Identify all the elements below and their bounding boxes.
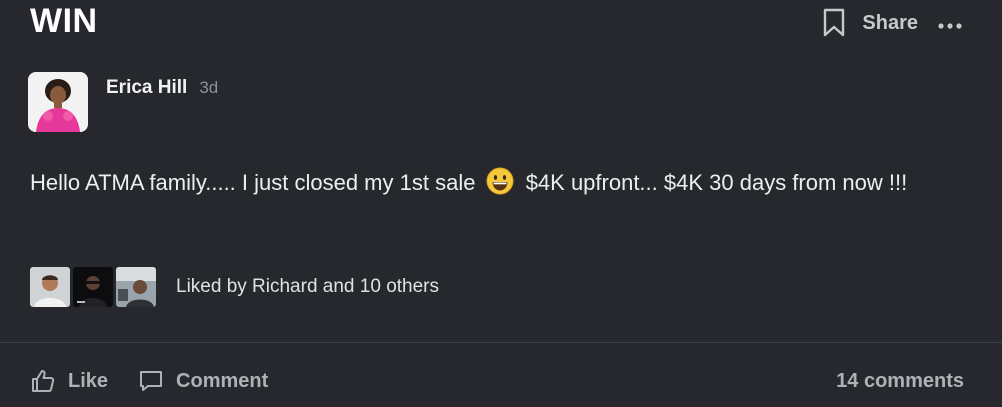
post-body-text-end: $4K upfront... $4K 30 days from now !!! (525, 170, 908, 195)
post-body: Hello ATMA family..... I just closed my … (30, 166, 975, 199)
liker-avatar[interactable] (116, 267, 156, 307)
divider (0, 342, 1002, 343)
author-meta: Erica Hill 3d (106, 77, 218, 99)
comment-icon (140, 371, 163, 391)
like-label: Like (68, 369, 109, 392)
post-top-actions: Share (822, 8, 962, 38)
more-options-icon[interactable] (938, 18, 962, 29)
share-button[interactable]: Share (862, 12, 918, 35)
author-avatar[interactable] (28, 72, 88, 132)
liker-avatar[interactable] (30, 267, 70, 307)
author-row: Erica Hill 3d (28, 72, 218, 132)
post-timestamp: 3d (199, 78, 219, 97)
likes-row: Liked by Richard and 10 others (30, 267, 439, 307)
comment-button[interactable]: Comment (138, 368, 268, 394)
grinning-face-emoji-icon (486, 167, 514, 195)
post-body-text-start: Hello ATMA family..... I just closed my … (30, 170, 476, 195)
post-card: WIN Share Erica Hill 3d Hello ATMA famil… (0, 0, 1002, 407)
author-name[interactable]: Erica Hill (106, 77, 187, 99)
comment-label: Comment (176, 369, 269, 392)
liker-avatar[interactable] (73, 267, 113, 307)
thumbs-up-icon (32, 370, 55, 392)
post-title: WIN (30, 2, 98, 40)
bookmark-icon[interactable] (822, 8, 846, 38)
like-button[interactable]: Like (30, 368, 108, 394)
post-action-bar: Like Comment 14 comments (30, 368, 964, 394)
likes-summary[interactable]: Liked by Richard and 10 others (176, 276, 439, 298)
comments-count[interactable]: 14 comments (836, 370, 964, 393)
